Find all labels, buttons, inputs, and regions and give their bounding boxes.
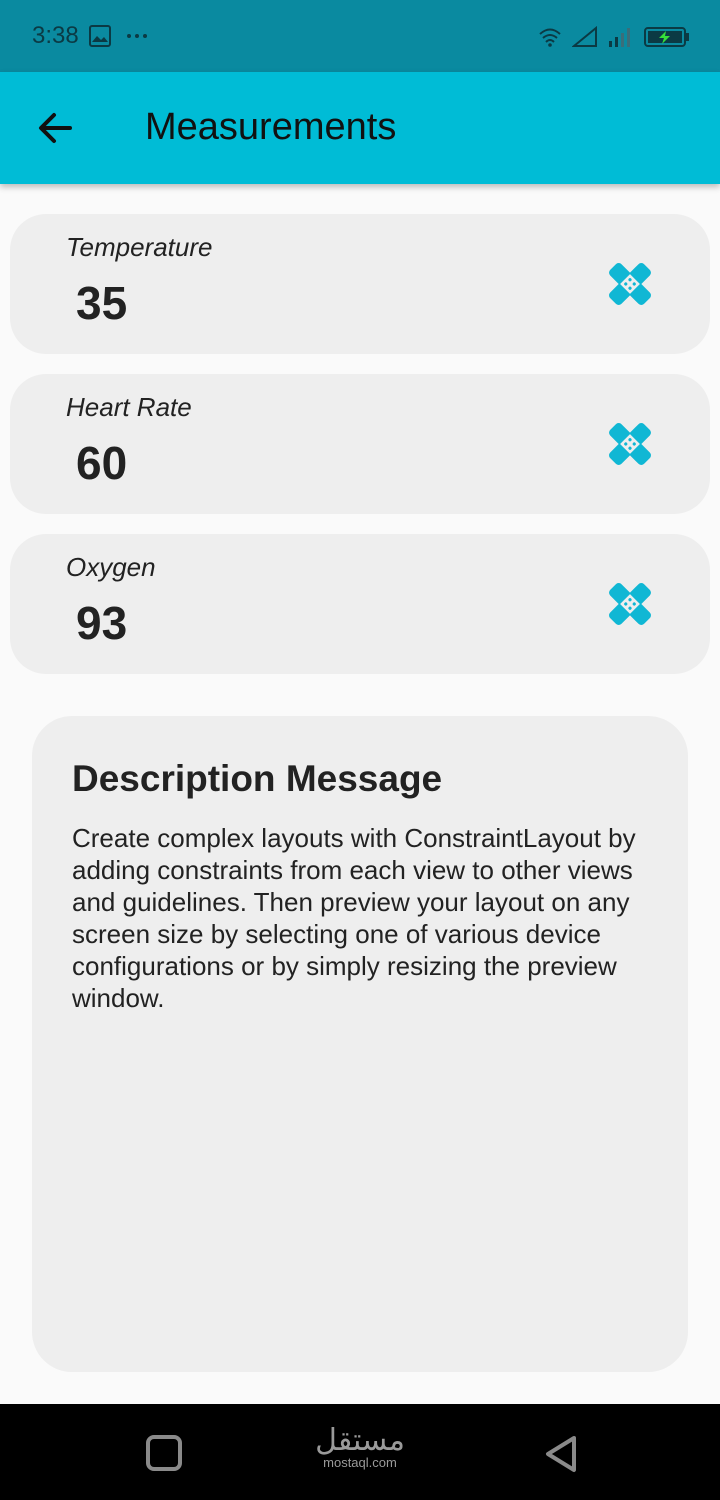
watermark-arabic: مستقل [315, 1423, 405, 1458]
measurement-card-temperature[interactable]: Temperature 35 [10, 214, 710, 354]
bandage-icon [609, 423, 651, 465]
gallery-icon [89, 25, 111, 47]
status-right-icons [538, 26, 690, 48]
battery-charging-icon [644, 27, 689, 47]
measurement-label: Heart Rate [66, 392, 192, 422]
measurement-value: 93 [76, 597, 128, 649]
more-icon [127, 34, 147, 38]
wifi-icon [539, 28, 561, 47]
page-title: Measurements [145, 106, 397, 148]
measurement-card-heart-rate[interactable]: Heart Rate 60 [10, 374, 710, 514]
watermark-url: mostaql.com [323, 1455, 397, 1470]
measurement-label: Oxygen [66, 552, 156, 582]
status-time: 3:38 [32, 22, 79, 49]
measurement-label: Temperature [66, 232, 213, 262]
status-left-icons [88, 24, 148, 48]
status-bar: 3:38 [0, 0, 720, 72]
app-bar: Measurements [0, 72, 720, 184]
measurement-value: 60 [76, 437, 128, 489]
square-icon[interactable] [146, 1435, 182, 1471]
watermark-logo: مستقل mostaql.com [300, 1426, 420, 1470]
description-title: Description Message [72, 758, 443, 799]
back-button[interactable] [34, 108, 78, 148]
description-body: Create complex layouts with ConstraintLa… [72, 823, 636, 1013]
measurement-card-oxygen[interactable]: Oxygen 93 [10, 534, 710, 674]
measurement-value: 35 [76, 277, 128, 329]
arrow-left-icon [39, 113, 72, 143]
bandage-icon [609, 263, 651, 305]
navigation-bar: مستقل mostaql.com [0, 1404, 720, 1500]
description-panel: Description Message Create complex layou… [32, 716, 688, 1372]
signal-bars-icon [609, 28, 630, 47]
bandage-icon [609, 583, 651, 625]
triangle-back-icon[interactable] [542, 1434, 582, 1474]
signal-icon [572, 26, 597, 47]
